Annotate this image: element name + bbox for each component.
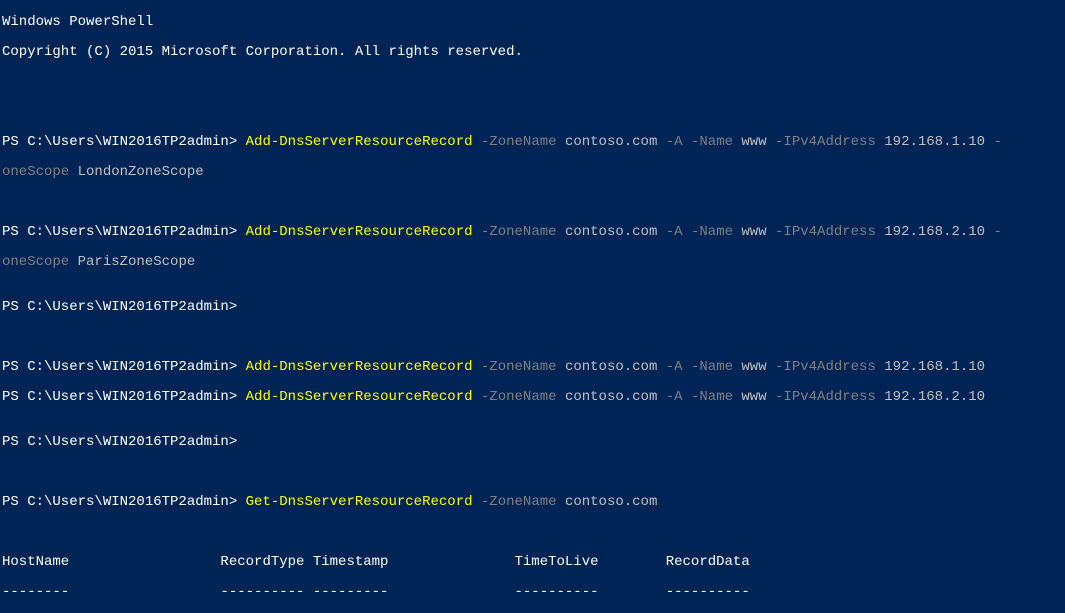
cmd-add-noscope-2: PS C:\Users\WIN2016TP2admin> Add-DnsServ… (2, 390, 1063, 405)
cmd-add-paris-2: oneScope ParisZoneScope (2, 255, 1063, 270)
terminal[interactable]: Windows PowerShell Copyright (C) 2015 Mi… (0, 0, 1065, 613)
header-line-1: Windows PowerShell (2, 15, 1063, 30)
cmd-add-london-1: PS C:\Users\WIN2016TP2admin> Add-DnsServ… (2, 135, 1063, 150)
table-underline: -------- ---------- --------- ----------… (2, 585, 1063, 600)
cmd-get-all: PS C:\Users\WIN2016TP2admin> Get-DnsServ… (2, 495, 1063, 510)
cmd-add-london-2: oneScope LondonZoneScope (2, 165, 1063, 180)
header-line-2: Copyright (C) 2015 Microsoft Corporation… (2, 45, 1063, 60)
prompt-empty-2: PS C:\Users\WIN2016TP2admin> (2, 435, 1063, 450)
cmd-add-noscope-1: PS C:\Users\WIN2016TP2admin> Add-DnsServ… (2, 360, 1063, 375)
cmd-add-paris-1: PS C:\Users\WIN2016TP2admin> Add-DnsServ… (2, 225, 1063, 240)
prompt-empty: PS C:\Users\WIN2016TP2admin> (2, 300, 1063, 315)
table-header: HostName RecordType Timestamp TimeToLive… (2, 555, 1063, 570)
